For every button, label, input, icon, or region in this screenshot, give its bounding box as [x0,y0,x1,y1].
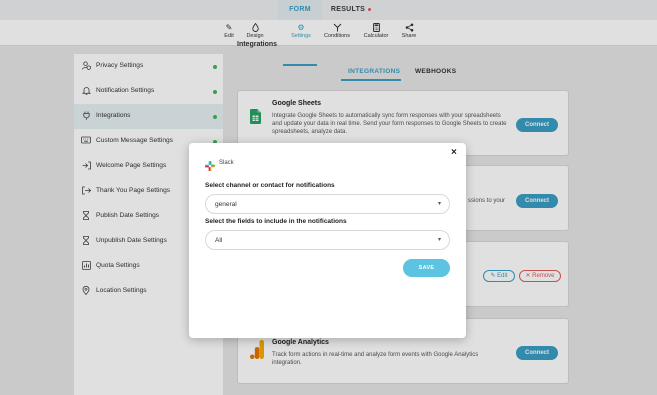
modal-title: Slack [219,160,234,166]
channel-label: Select channel or contact for notificati… [205,182,335,189]
slack-logo-icon [205,158,215,171]
chevron-down-icon: ▾ [437,201,441,207]
chevron-down-icon: ▾ [437,237,441,243]
slack-settings-modal: Slack × Select channel or contact for no… [189,143,466,338]
fields-select[interactable]: All ▾ [205,230,450,250]
save-button[interactable]: SAVE [403,259,450,277]
close-button[interactable]: × [451,147,457,158]
channel-select-value: general [215,201,237,208]
fields-select-value: All [215,237,223,244]
fields-label: Select the fields to include in the noti… [205,218,347,225]
channel-select[interactable]: general ▾ [205,194,450,214]
